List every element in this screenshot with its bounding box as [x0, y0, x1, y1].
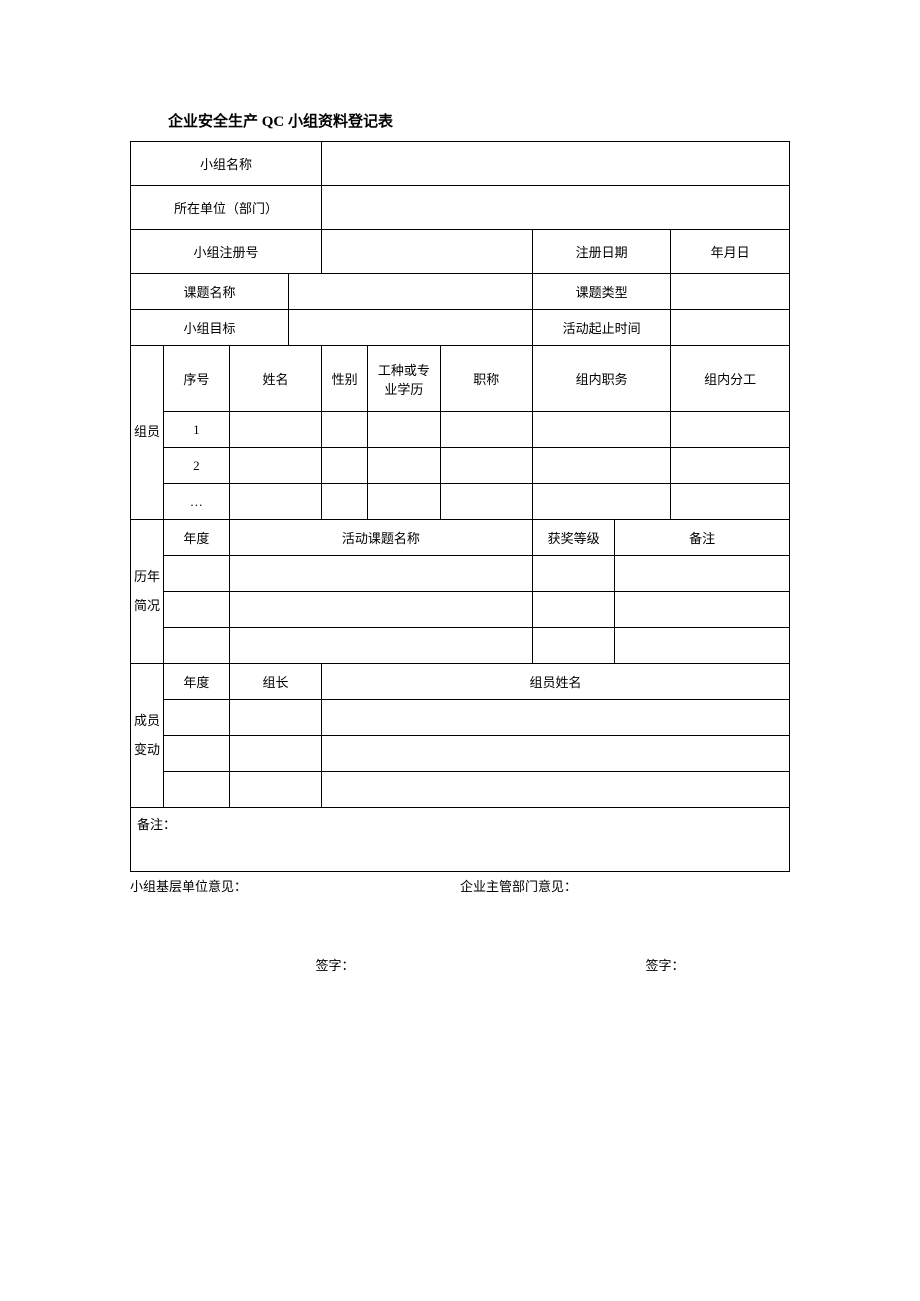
hist-row2-year: [163, 592, 229, 628]
mem-row3-role: [532, 484, 670, 520]
page-title: 企业安全生产 QC 小组资料登记表: [168, 110, 790, 131]
mem-row2-title: [440, 448, 532, 484]
hist-header-activity: 活动课题名称: [229, 520, 532, 556]
mem-row3-trade: [368, 484, 440, 520]
chg-row2-members: [322, 736, 790, 772]
mem-row1-gender: [322, 412, 368, 448]
hist-row1-activity: [229, 556, 532, 592]
mem-row1-index: 1: [163, 412, 229, 448]
footer-right-opinion: 企业主管部门意见：: [460, 876, 790, 895]
mem-row2-role: [532, 448, 670, 484]
chg-row1-members: [322, 700, 790, 736]
value-topic-type: [671, 274, 790, 310]
hist-row3-award: [532, 628, 614, 664]
mem-header-name: 姓名: [229, 346, 321, 412]
label-reg-date: 注册日期: [532, 230, 670, 274]
hist-row3-activity: [229, 628, 532, 664]
hist-row2-award: [532, 592, 614, 628]
mem-row3-gender: [322, 484, 368, 520]
chg-row3-members: [322, 772, 790, 808]
value-team-name: [322, 142, 790, 186]
hist-row1-year: [163, 556, 229, 592]
label-topic-type: 课题类型: [532, 274, 670, 310]
mem-row1-title: [440, 412, 532, 448]
chg-header-year: 年度: [163, 664, 229, 700]
value-topic-name: [289, 274, 533, 310]
label-members-side: 组员: [131, 346, 164, 520]
label-activity-period: 活动起止时间: [532, 310, 670, 346]
chg-row1-leader: [229, 700, 321, 736]
mem-header-duty: 组内分工: [671, 346, 790, 412]
mem-row1-role: [532, 412, 670, 448]
hist-row1-award: [532, 556, 614, 592]
value-activity-period: [671, 310, 790, 346]
mem-row2-index: 2: [163, 448, 229, 484]
hist-row2-activity: [229, 592, 532, 628]
footer-right-sign: 签字：: [460, 955, 790, 974]
mem-header-trade: 工种或专业学历: [368, 346, 440, 412]
label-reg-no: 小组注册号: [131, 230, 322, 274]
mem-header-index: 序号: [163, 346, 229, 412]
hist-row3-year: [163, 628, 229, 664]
remarks-cell: 备注：: [131, 808, 790, 872]
label-department: 所在单位（部门）: [131, 186, 322, 230]
label-team-name: 小组名称: [131, 142, 322, 186]
mem-row2-name: [229, 448, 321, 484]
mem-row2-gender: [322, 448, 368, 484]
chg-row1-year: [163, 700, 229, 736]
mem-header-gender: 性别: [322, 346, 368, 412]
hist-row1-remark: [615, 556, 790, 592]
hist-row3-remark: [615, 628, 790, 664]
hist-header-remark: 备注: [615, 520, 790, 556]
mem-header-role: 组内职务: [532, 346, 670, 412]
registration-table: 小组名称 所在单位（部门） 小组注册号 注册日期 年月日 课题名称 课题类型 小…: [130, 141, 790, 872]
value-team-goal: [289, 310, 533, 346]
mem-row3-duty: [671, 484, 790, 520]
mem-header-title: 职称: [440, 346, 532, 412]
label-history-side: 历年简况: [131, 520, 164, 664]
mem-row1-duty: [671, 412, 790, 448]
mem-row1-name: [229, 412, 321, 448]
chg-row2-year: [163, 736, 229, 772]
footer-row: 小组基层单位意见： 签字： 企业主管部门意见： 签字：: [130, 876, 790, 974]
hist-header-award: 获奖等级: [532, 520, 614, 556]
chg-header-members: 组员姓名: [322, 664, 790, 700]
chg-row2-leader: [229, 736, 321, 772]
label-topic-name: 课题名称: [131, 274, 289, 310]
label-team-goal: 小组目标: [131, 310, 289, 346]
value-reg-no: [322, 230, 533, 274]
hist-row2-remark: [615, 592, 790, 628]
hist-header-year: 年度: [163, 520, 229, 556]
mem-row1-trade: [368, 412, 440, 448]
mem-row2-trade: [368, 448, 440, 484]
value-reg-date: 年月日: [671, 230, 790, 274]
mem-row3-title: [440, 484, 532, 520]
footer-left-sign: 签字：: [130, 955, 460, 974]
mem-row2-duty: [671, 448, 790, 484]
value-department: [322, 186, 790, 230]
chg-row3-year: [163, 772, 229, 808]
chg-header-leader: 组长: [229, 664, 321, 700]
label-changes-side: 成员变动: [131, 664, 164, 808]
chg-row3-leader: [229, 772, 321, 808]
mem-row3-name: [229, 484, 321, 520]
footer-left-opinion: 小组基层单位意见：: [130, 876, 460, 895]
mem-row3-index: …: [163, 484, 229, 520]
